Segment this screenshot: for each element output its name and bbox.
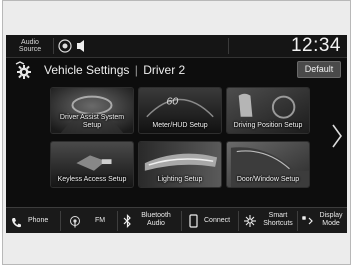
smart-shortcuts-shortcut[interactable]: Smart Shortcuts [239, 208, 297, 233]
tile-door-window-setup[interactable]: Door/Window Setup [226, 141, 310, 188]
infotainment-screen: Audio Source 12:34 Vehicle Settings | Dr… [6, 35, 347, 233]
tile-label: Lighting Setup [157, 176, 203, 183]
title-bar: Vehicle Settings | Driver 2 Default [6, 58, 347, 82]
smartphone-icon [189, 214, 198, 233]
tile-driving-position-setup[interactable]: Driving Position Setup [226, 87, 310, 134]
status-divider [228, 38, 229, 54]
clock: 12:34 [290, 35, 341, 56]
display-mode-label: Display Mode [319, 212, 343, 227]
audio-source-button[interactable]: Audio Source [10, 38, 50, 54]
connect-shortcut[interactable]: Connect [182, 208, 238, 233]
tile-meter-hud-setup[interactable]: 60 Meter/HUD Setup [138, 87, 222, 134]
tile-label: Meter/HUD Setup [152, 122, 208, 129]
title-separator: | [134, 63, 138, 77]
meter-number: 60 [166, 95, 178, 107]
fm-shortcut[interactable]: FM [61, 208, 117, 233]
tile-keyless-access-setup[interactable]: Keyless Access Setup [50, 141, 134, 188]
audio-source-label: Audio Source [18, 39, 42, 53]
connect-label: Connect [204, 217, 231, 224]
driver-profile: Driver 2 [143, 63, 186, 77]
page-title-text: Vehicle Settings [44, 63, 130, 77]
tile-label: Driver Assist System Setup [59, 114, 125, 129]
tile-label: Keyless Access Setup [57, 176, 127, 183]
default-button[interactable]: Default [297, 61, 341, 78]
display-mode-shortcut[interactable]: Display Mode [298, 208, 347, 233]
radio-signal-icon [58, 39, 72, 58]
bluetooth-audio-shortcut[interactable]: Bluetooth Audio [118, 208, 181, 233]
fm-label: FM [95, 217, 106, 224]
bluetooth-icon [123, 214, 132, 233]
next-page-chevron-icon[interactable] [331, 123, 343, 154]
radio-icon [69, 215, 81, 233]
settings-gear-icon [14, 61, 34, 84]
tile-label: Driving Position Setup [233, 122, 303, 129]
phone-icon [11, 215, 22, 233]
tile-label: Door/Window Setup [236, 176, 300, 183]
smart-shortcuts-label: Smart Shortcuts [263, 212, 293, 227]
sparkle-icon [243, 214, 257, 233]
tile-lighting-setup[interactable]: Lighting Setup [138, 141, 222, 188]
phone-label: Phone [28, 217, 49, 224]
tile-driver-assist-setup[interactable]: Driver Assist System Setup [50, 87, 134, 134]
volume-icon [76, 39, 88, 58]
status-bar: Audio Source 12:34 [6, 35, 347, 58]
status-divider [53, 38, 54, 54]
bluetooth-audio-label: Bluetooth Audio [141, 212, 171, 227]
phone-shortcut[interactable]: Phone [6, 208, 60, 233]
page-title: Vehicle Settings | Driver 2 [44, 63, 185, 77]
bottom-shortcut-bar: Phone FM Bluetooth Audio Connect Smart S… [6, 207, 347, 233]
display-mode-icon [300, 214, 314, 233]
